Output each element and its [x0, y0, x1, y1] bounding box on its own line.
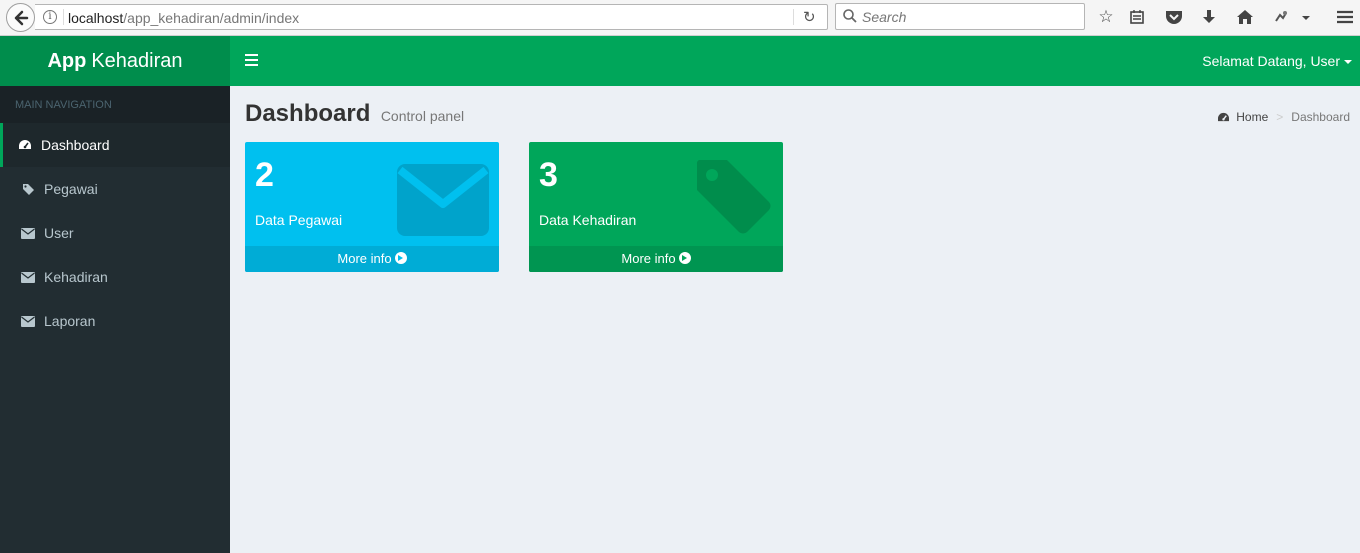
search-placeholder: Search: [862, 9, 907, 25]
download-icon[interactable]: [1198, 6, 1220, 28]
dropdown-arrow-icon[interactable]: [1296, 6, 1316, 28]
sidebar-item-label: Kehadiran: [44, 269, 108, 285]
more-info-link[interactable]: More info: [529, 246, 783, 272]
sidebar-toggle-icon[interactable]: [245, 54, 258, 66]
envelope-icon: [21, 226, 35, 240]
stat-box-pegawai: 2 Data Pegawai More info: [245, 142, 499, 272]
bookmark-star-icon[interactable]: ☆: [1095, 6, 1117, 28]
breadcrumb-home-link[interactable]: Home: [1236, 110, 1268, 124]
arrow-circle-right-icon: [678, 252, 691, 264]
sidebar-item-label: User: [44, 225, 74, 241]
url-text[interactable]: localhost/app_kehadiran/admin/index: [68, 10, 299, 26]
back-arrow-icon: [14, 10, 28, 25]
pocket-icon[interactable]: [1163, 6, 1185, 28]
url-divider: [63, 9, 64, 25]
envelope-icon: [397, 164, 489, 236]
search-icon: [843, 9, 857, 23]
sidebar-item-label: Pegawai: [44, 181, 98, 197]
sidebar: MAIN NAVIGATION Dashboard Pegawai User K…: [0, 86, 230, 553]
url-host: localhost: [68, 10, 124, 26]
top-navbar: Selamat Datang, User: [230, 36, 1360, 86]
sidebar-header: MAIN NAVIGATION: [0, 86, 230, 123]
content-header: Dashboard Control panel: [245, 100, 464, 128]
welcome-text: Selamat Datang, User: [1202, 53, 1340, 69]
breadcrumb-separator: >: [1276, 110, 1284, 124]
more-info-label: More info: [337, 251, 392, 266]
reload-icon[interactable]: ↻: [803, 8, 816, 26]
home-icon[interactable]: [1234, 6, 1256, 28]
page-subtitle: Control panel: [380, 108, 465, 124]
sidebar-item-pegawai[interactable]: Pegawai: [0, 167, 230, 211]
tag-icon: [696, 160, 771, 234]
sidebar-item-dashboard[interactable]: Dashboard: [0, 123, 230, 167]
sidebar-item-label: Dashboard: [41, 137, 110, 153]
reading-list-icon[interactable]: [1126, 6, 1148, 28]
dashboard-icon: [18, 138, 32, 152]
stat-box-kehadiran: 3 Data Kehadiran More info: [529, 142, 783, 272]
page-title: Dashboard: [245, 100, 371, 127]
breadcrumb: Home > Dashboard: [1217, 110, 1350, 124]
sidebar-item-kehadiran[interactable]: Kehadiran: [0, 255, 230, 299]
sidebar-item-user[interactable]: User: [0, 211, 230, 255]
browser-toolbar: i localhost/app_kehadiran/admin/index ↻ …: [0, 0, 1360, 36]
url-path: /app_kehadiran/admin/index: [123, 10, 300, 26]
info-icon[interactable]: i: [43, 10, 57, 24]
envelope-icon: [21, 270, 35, 284]
browser-menu-icon[interactable]: [1334, 6, 1356, 28]
back-button[interactable]: [6, 3, 35, 32]
tag-icon: [21, 182, 35, 196]
url-divider-right: [793, 9, 794, 25]
app-logo[interactable]: App Kehadiran: [0, 36, 230, 86]
address-bar[interactable]: i localhost/app_kehadiran/admin/index ↻: [35, 4, 828, 30]
extension-icon[interactable]: [1270, 6, 1292, 28]
sidebar-item-laporan[interactable]: Laporan: [0, 299, 230, 343]
logo-bold-text: App: [47, 49, 87, 72]
arrow-circle-right-icon: [394, 252, 407, 264]
sidebar-item-label: Laporan: [44, 313, 96, 329]
more-info-link[interactable]: More info: [245, 246, 499, 272]
breadcrumb-current: Dashboard: [1291, 110, 1350, 124]
caret-down-icon: [1344, 60, 1352, 65]
logo-text: Kehadiran: [91, 49, 183, 72]
more-info-label: More info: [621, 251, 676, 266]
dashboard-icon: [1218, 112, 1230, 121]
user-menu[interactable]: Selamat Datang, User: [1202, 53, 1352, 69]
browser-search-input[interactable]: Search: [835, 3, 1085, 30]
envelope-icon: [21, 314, 35, 328]
